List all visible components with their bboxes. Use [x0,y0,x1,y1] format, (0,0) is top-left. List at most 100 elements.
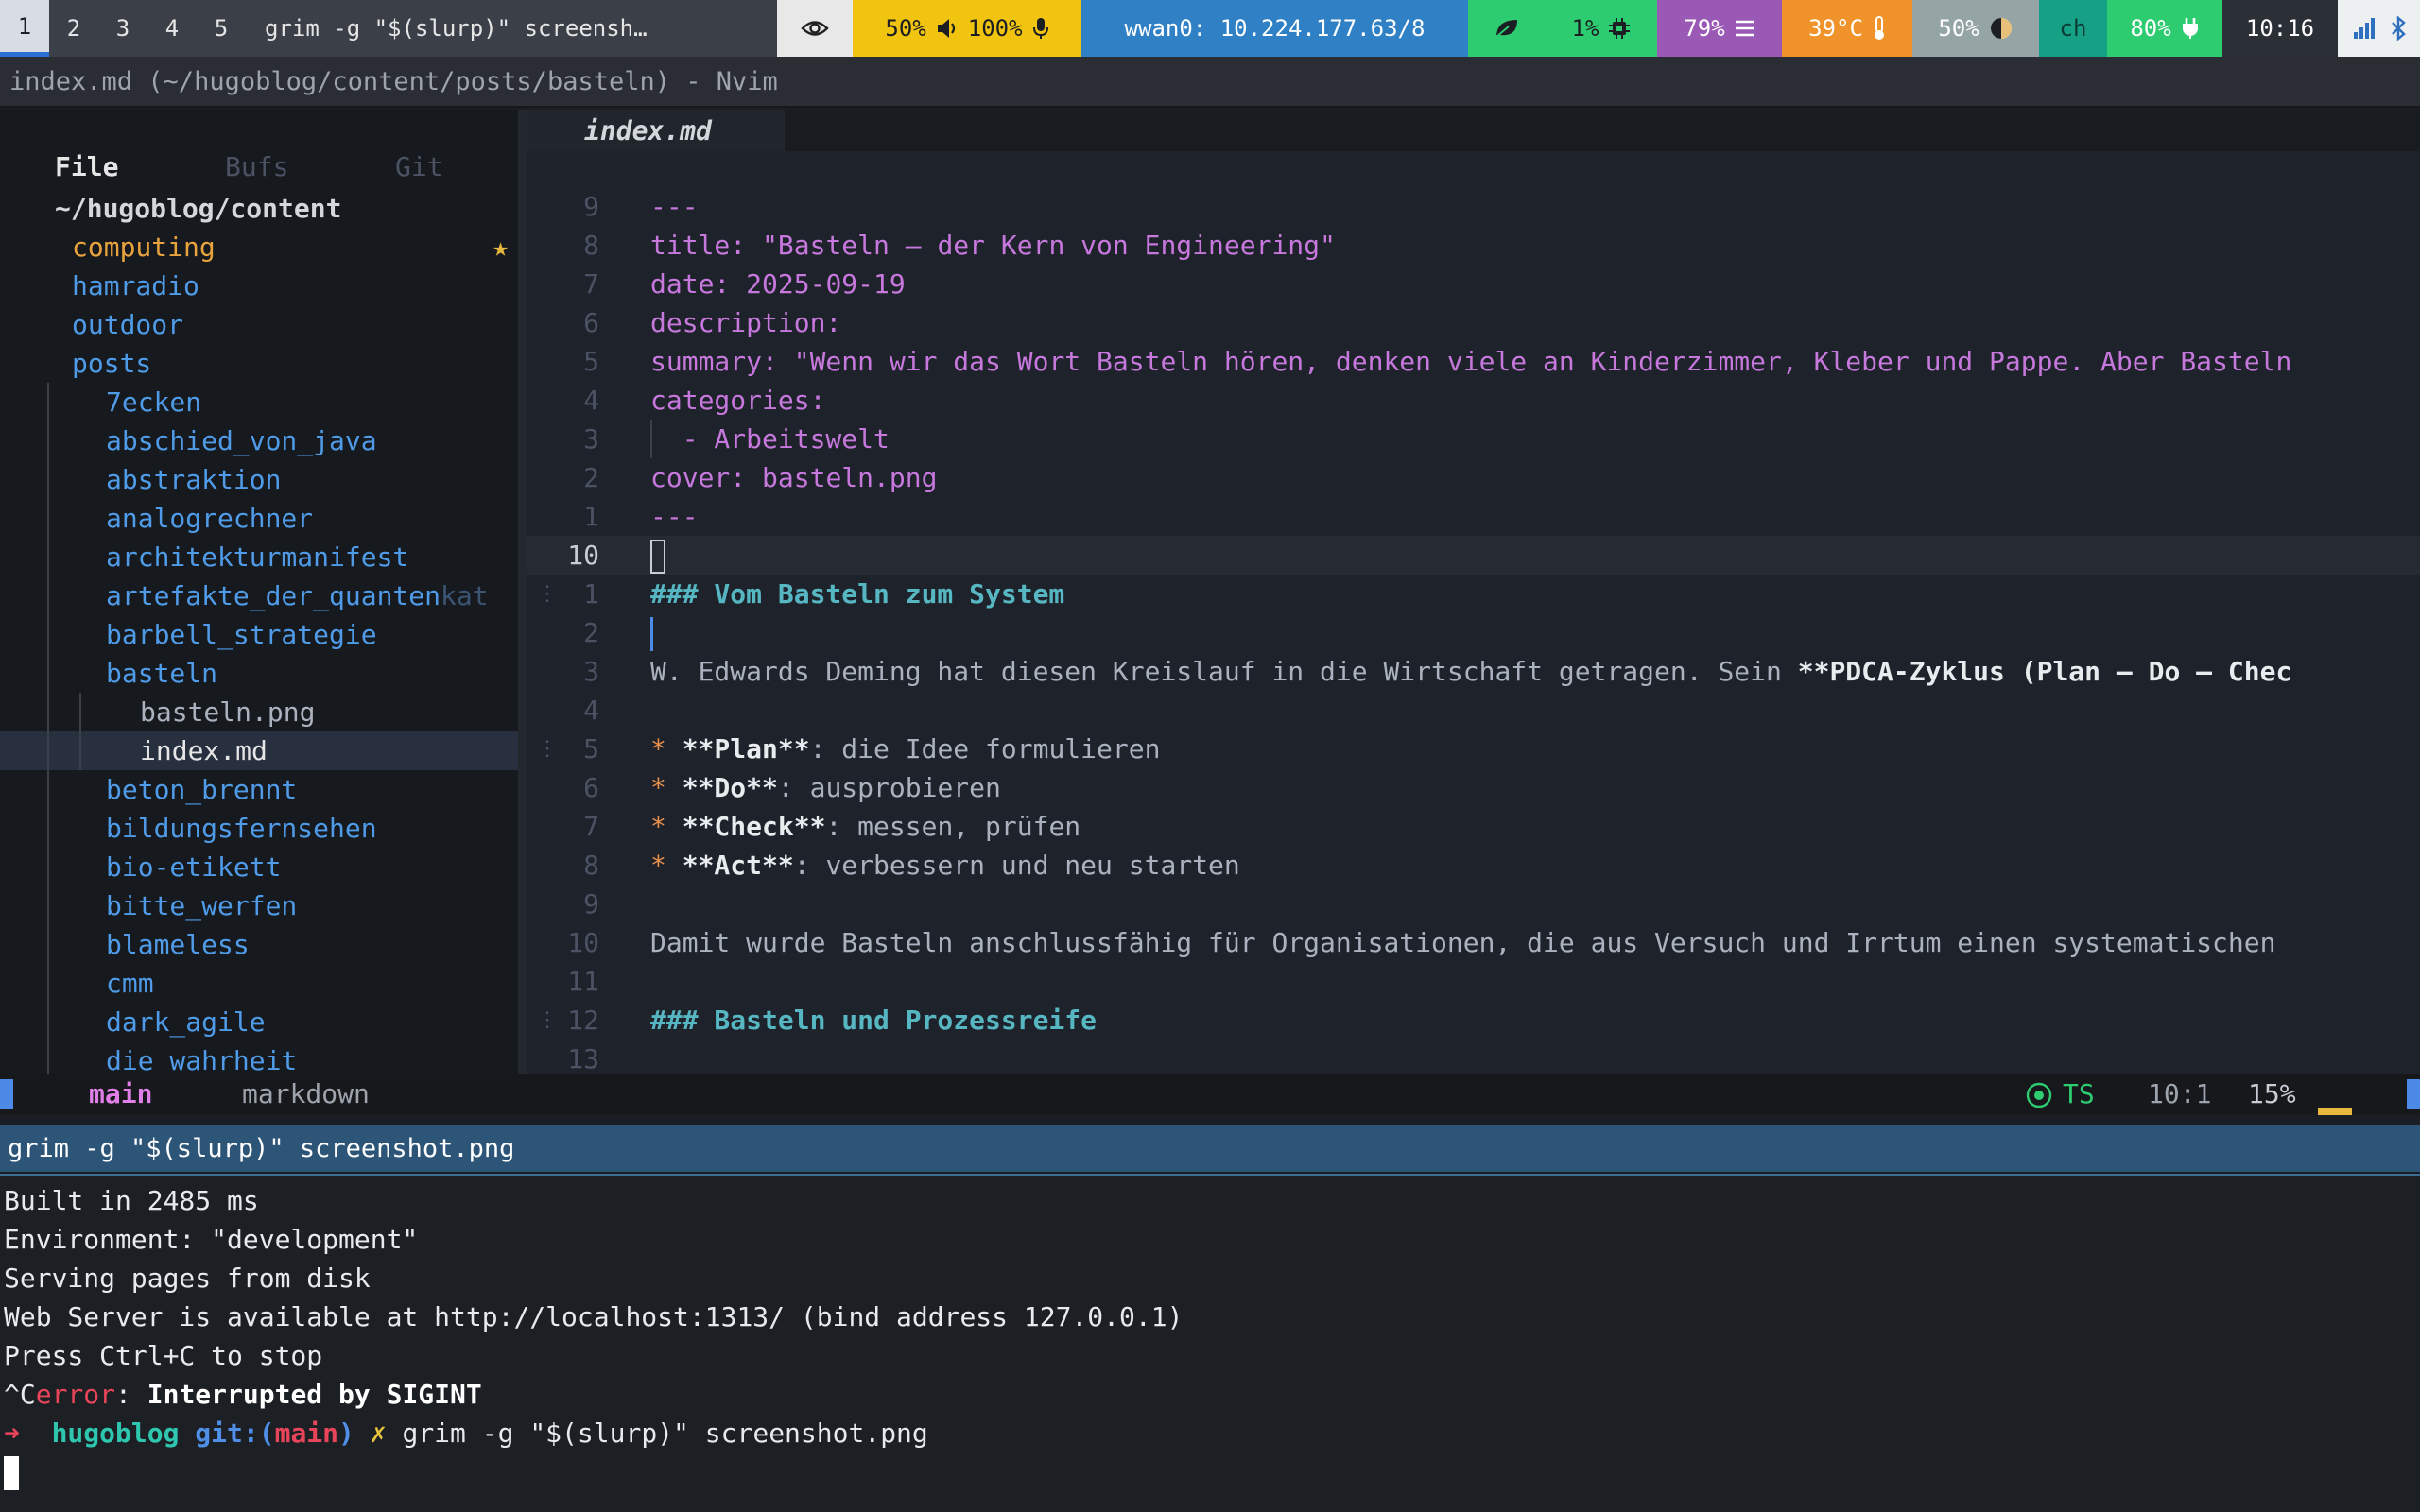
editor-line[interactable]: 6 description: [527,303,2420,342]
workspace-3-button[interactable]: 3 [98,0,147,57]
terminal-line: Built in 2485 ms [4,1185,259,1216]
editor-line[interactable]: 10 Damit wurde Basteln anschlussfähig für… [527,923,2420,962]
speaker-icon [936,18,959,39]
editor-current-line[interactable]: 10 [527,536,2420,575]
tree-item-architekturmanifest[interactable]: architekturmanifest [0,538,518,576]
tree-item-computing[interactable]: computing ★ [0,228,518,266]
network-signal-icon[interactable] [2352,17,2377,40]
volume-level: 50% [885,15,926,42]
clock-time: 10:16 [2245,15,2315,42]
tree-item-barbell-strategie[interactable]: barbell_strategie [0,615,518,654]
thermometer-icon [1873,16,1886,41]
tree-item-index-md[interactable]: index.md [0,731,518,770]
tree-root-path[interactable]: ~/hugoblog/content [55,189,341,228]
treesitter-label: TS [2063,1078,2095,1109]
editor-line[interactable]: 4 categories: [527,381,2420,420]
editor-line[interactable]: 2 cover: basteln.png [527,458,2420,497]
editor-line[interactable]: 8 title: "Basteln – der Kern von Engineer… [527,226,2420,265]
tree-item-abstraktion[interactable]: abstraktion [0,460,518,499]
tab-bufs[interactable]: Bufs [225,151,288,182]
tree-item-basteln-png[interactable]: basteln.png [0,693,518,731]
editor-text-area[interactable]: 9 --- 8 title: "Basteln – der Kern von Eng… [527,187,2420,1078]
workspace-2-button[interactable]: 2 [49,0,98,57]
editor-line[interactable]: 1 --- [527,497,2420,536]
editor-line[interactable]: 6 * **Do**: ausprobieren [527,768,2420,807]
cpu-module[interactable]: 1% [1546,0,1657,57]
tree-item-basteln[interactable]: basteln [0,654,518,693]
tree-item-7ecken[interactable]: 7ecken [0,383,518,421]
treesitter-status-icon [2025,1074,2053,1115]
nvim-statusline: main markdown TS 10:1 15% [0,1074,2420,1115]
window-title: grim -g "$(slurp)" screensh… [246,0,777,57]
battery-level: 80% [2130,15,2171,42]
editor-line[interactable]: 4 [527,691,2420,730]
tree-item-blameless[interactable]: blameless [0,925,518,964]
terminal-input-line[interactable] [4,1452,1183,1491]
temperature-module[interactable]: 39°C [1782,0,1912,57]
editor-line[interactable]: 8 * **Act**: verbessern und neu starten [527,846,2420,885]
terminal-pane[interactable]: Built in 2485 ms Environment: "developme… [0,1174,2420,1512]
editor-line[interactable]: 2 [527,613,2420,652]
text-cursor [650,540,666,574]
network-module[interactable]: wwan0: 10.224.177.63/8 [1081,0,1468,57]
editor-line[interactable]: 13 [527,1040,2420,1078]
network-address: wwan0: 10.224.177.63/8 [1124,15,1426,42]
eye-icon [801,18,829,39]
battery-module[interactable]: 80% [2107,0,2222,57]
brightness-module[interactable]: 50% [1912,0,2039,57]
keyboard-layout-label: ch [2059,15,2087,42]
file-tree: computing ★ hamradio outdoor posts 7ecken… [0,228,518,1080]
tree-item-cmm[interactable]: cmm [0,964,518,1003]
editor-line[interactable]: ⋮ 1 ### Vom Basteln zum System [527,575,2420,613]
editor-line[interactable]: 11 [527,962,2420,1001]
cpu-usage: 1% [1571,15,1599,42]
tree-item-bio-etikett[interactable]: bio-etikett [0,848,518,886]
tree-item-bitte-werfen[interactable]: bitte_werfen [0,886,518,925]
tree-item-outdoor[interactable]: outdoor [0,305,518,344]
dirty-marker-icon: ✗ [370,1418,387,1449]
editor-line[interactable]: 3 - Arbeitswelt [527,420,2420,458]
tree-item-artefakte-der-quantenkat[interactable]: artefakte_der_quantenkat [0,576,518,615]
editor-line[interactable]: 7 date: 2025-09-19 [527,265,2420,303]
editor-line[interactable]: ⋮ 12 ### Basteln und Prozessreife [527,1001,2420,1040]
editor-line[interactable]: 5 summary: "Wenn wir das Wort Basteln hör… [527,342,2420,381]
memory-bars-icon [1735,19,1755,38]
top-status-bar: 1 2 3 4 5 grim -g "$(slurp)" screensh… 5… [0,0,2420,57]
terminal-window-title: grim -g "$(slurp)" screenshot.png [0,1125,2420,1172]
workspace-4-button[interactable]: 4 [147,0,197,57]
brightness-value: 50% [1938,15,1979,42]
cpu-chip-icon [1608,17,1631,40]
workspace-1-button[interactable]: 1 [0,0,49,57]
keyboard-layout-button[interactable]: ch [2039,0,2107,57]
terminal-line: Serving pages from disk [4,1263,371,1294]
tree-item-hamradio[interactable]: hamradio [0,266,518,305]
sidebar-splitter[interactable] [518,110,527,1074]
tree-item-dark-agile[interactable]: dark_agile [0,1003,518,1041]
tab-file[interactable]: File [55,151,118,182]
tab-git[interactable]: Git [395,151,443,182]
tree-item-abschied-von-java[interactable]: abschied_von_java [0,421,518,460]
memory-module[interactable]: 79% [1657,0,1782,57]
editor-pane[interactable]: index.md 9 --- 8 title: "Basteln – der Ker… [527,110,2420,1074]
scroll-percent: 15% [2248,1078,2296,1109]
buffer-tab-index-md[interactable]: index.md [527,110,785,151]
terminal-prompt-line[interactable]: ➜ hugoblog git:(main) ✗ grim -g "$(slurp… [4,1414,1183,1452]
editor-line[interactable]: 3 W. Edwards Deming hat diesen Kreislauf … [527,652,2420,691]
tree-item-posts[interactable]: posts [0,344,518,383]
workspace-5-button[interactable]: 5 [197,0,246,57]
audio-module[interactable]: 50% 100% [853,0,1081,57]
power-profile-button[interactable] [1468,0,1546,57]
tree-item-analogrechner[interactable]: analogrechner [0,499,518,538]
editor-line[interactable]: 9 --- [527,187,2420,226]
plug-icon [2181,17,2200,40]
terminal-output: Built in 2485 ms Environment: "developme… [4,1181,1183,1491]
idle-inhibitor-button[interactable] [777,0,853,57]
editor-line[interactable]: 7 * **Check**: messen, prüfen [527,807,2420,846]
prompt-arrow-icon: ➜ [4,1418,20,1449]
bluetooth-icon[interactable] [2390,16,2407,41]
editor-line[interactable]: 9 [527,885,2420,923]
tree-item-bildungsfernsehen[interactable]: bildungsfernsehen [0,809,518,848]
editor-line[interactable]: ⋮ 5 * **Plan**: die Idee formulieren [527,730,2420,768]
tree-item-beton-brennt[interactable]: beton_brennt [0,770,518,809]
clock[interactable]: 10:16 [2222,0,2338,57]
